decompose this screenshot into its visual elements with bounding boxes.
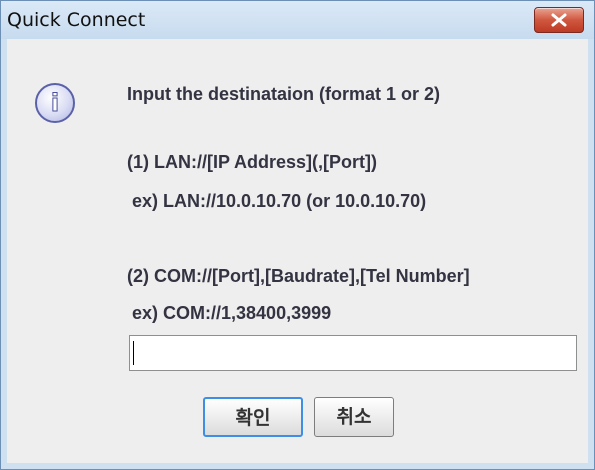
message-line-1: Input the destinataion (format 1 or 2) [127, 84, 441, 104]
info-icon-glyph: i [50, 89, 60, 118]
message-line-5: ex) COM://1,38400,3999 [127, 303, 332, 323]
message-line-3: ex) LAN://10.0.10.70 (or 10.0.10.70) [127, 191, 427, 211]
quick-connect-window: Quick Connect i Input the destinataion (… [0, 0, 595, 470]
dialog-content: i Input the destinataion (format 1 or 2)… [7, 39, 588, 463]
cancel-button[interactable]: 취소 [314, 397, 394, 437]
ok-button[interactable]: 확인 [203, 397, 303, 437]
message-line-2: (1) LAN://[IP Address](,[Port]) [127, 152, 377, 172]
close-icon [551, 13, 567, 27]
message-line-4: (2) COM://[Port],[Baudrate],[Tel Number] [127, 266, 470, 286]
destination-input[interactable] [129, 335, 577, 371]
title-bar[interactable]: Quick Connect [1, 1, 594, 39]
window-title: Quick Connect [7, 9, 146, 31]
info-icon: i [35, 83, 75, 123]
close-button[interactable] [534, 7, 584, 33]
text-caret [133, 341, 134, 365]
